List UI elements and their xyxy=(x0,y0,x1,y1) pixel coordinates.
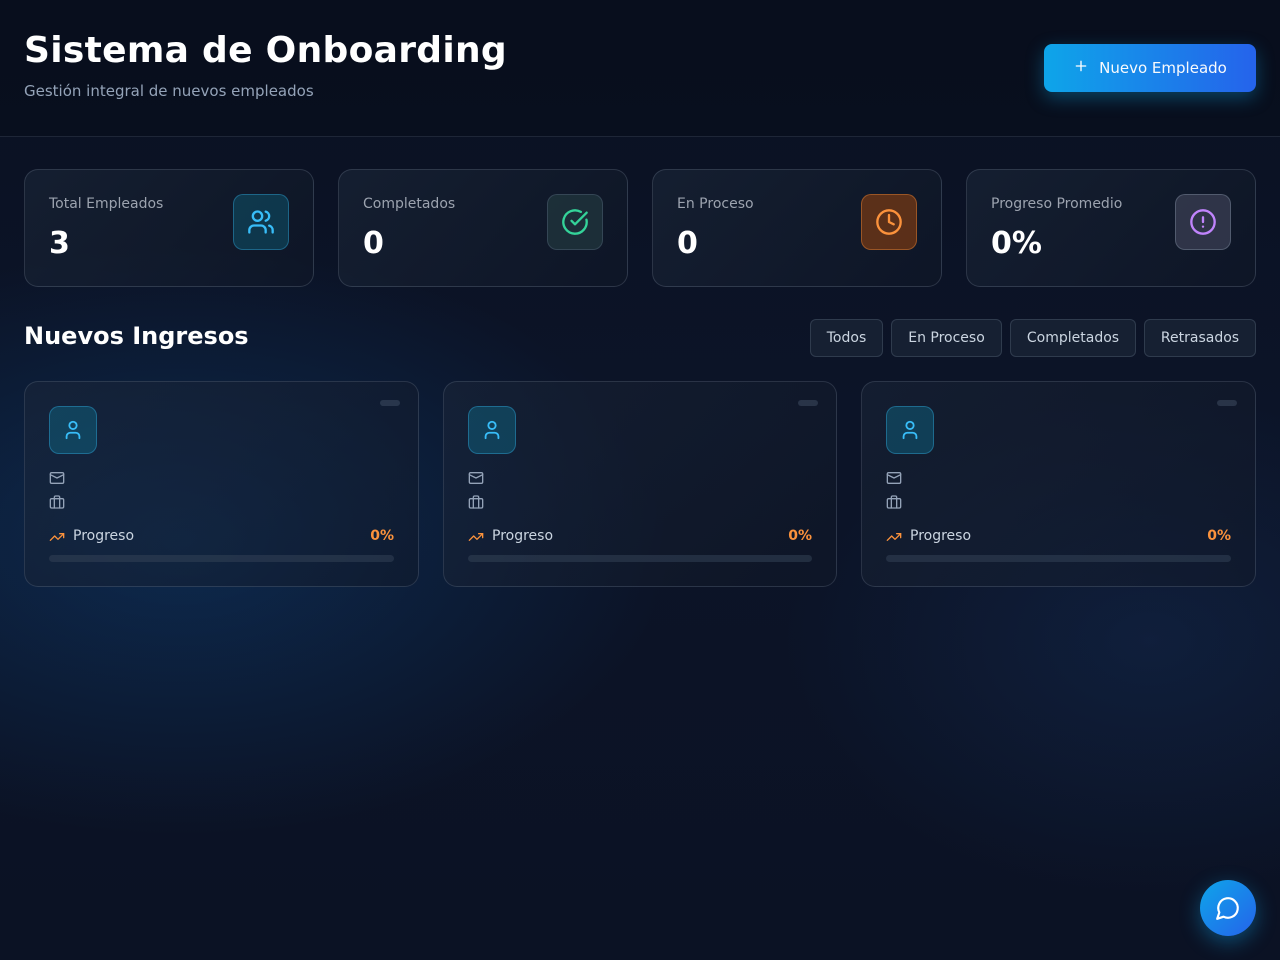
filter-todos[interactable]: Todos xyxy=(810,319,883,357)
clock-icon xyxy=(861,194,917,250)
new-employee-button[interactable]: Nuevo Empleado xyxy=(1044,44,1256,92)
users-icon xyxy=(233,194,289,250)
filter-retrasados[interactable]: Retrasados xyxy=(1144,319,1256,357)
stat-card-in-progress: En Proceso 0 xyxy=(652,169,942,287)
stat-value: 3 xyxy=(49,226,70,261)
page-subtitle: Gestión integral de nuevos empleados xyxy=(24,82,314,100)
briefcase-icon xyxy=(49,494,65,510)
user-icon xyxy=(468,406,516,454)
employee-card[interactable]: Progreso 0% xyxy=(861,381,1256,587)
stat-label: Total Empleados xyxy=(49,196,164,212)
progress-bar xyxy=(886,555,1231,562)
stat-value: 0 xyxy=(363,226,384,261)
filter-completados[interactable]: Completados xyxy=(1010,319,1136,357)
stat-card-average: Progreso Promedio 0% xyxy=(966,169,1256,287)
progress-label: Progreso xyxy=(492,528,554,544)
filter-en-proceso[interactable]: En Proceso xyxy=(891,319,1002,357)
stat-label: Completados xyxy=(363,196,456,212)
progress-label: Progreso xyxy=(910,528,972,544)
page-title: Sistema de Onboarding xyxy=(24,30,507,71)
status-badge xyxy=(798,400,818,406)
trending-up-icon xyxy=(468,529,484,545)
mail-icon xyxy=(886,470,902,486)
progress-bar xyxy=(49,555,394,562)
briefcase-icon xyxy=(886,494,902,510)
header: Sistema de Onboarding Gestión integral d… xyxy=(0,0,1280,137)
progress-value: 0% xyxy=(1207,528,1231,544)
stat-value: 0% xyxy=(991,226,1042,261)
status-badge xyxy=(380,400,400,406)
check-circle-icon xyxy=(547,194,603,250)
mail-icon xyxy=(49,470,65,486)
new-employee-label: Nuevo Empleado xyxy=(1099,59,1227,77)
alert-circle-icon xyxy=(1175,194,1231,250)
progress-value: 0% xyxy=(370,528,394,544)
message-circle-icon xyxy=(1215,895,1241,921)
trending-up-icon xyxy=(49,529,65,545)
stat-card-completed: Completados 0 xyxy=(338,169,628,287)
briefcase-icon xyxy=(468,494,484,510)
plus-icon xyxy=(1073,58,1089,78)
progress-label: Progreso xyxy=(73,528,135,544)
stat-label: En Proceso xyxy=(677,196,754,212)
progress-value: 0% xyxy=(788,528,812,544)
employee-card[interactable]: Progreso 0% xyxy=(443,381,837,587)
user-icon xyxy=(49,406,97,454)
trending-up-icon xyxy=(886,529,902,545)
user-icon xyxy=(886,406,934,454)
progress-bar xyxy=(468,555,812,562)
stat-label: Progreso Promedio xyxy=(991,196,1123,212)
chat-button[interactable] xyxy=(1200,880,1256,936)
section-title: Nuevos Ingresos xyxy=(24,322,249,350)
stat-card-total: Total Empleados 3 xyxy=(24,169,314,287)
stat-value: 0 xyxy=(677,226,698,261)
mail-icon xyxy=(468,470,484,486)
employee-card[interactable]: Progreso 0% xyxy=(24,381,419,587)
status-badge xyxy=(1217,400,1237,406)
